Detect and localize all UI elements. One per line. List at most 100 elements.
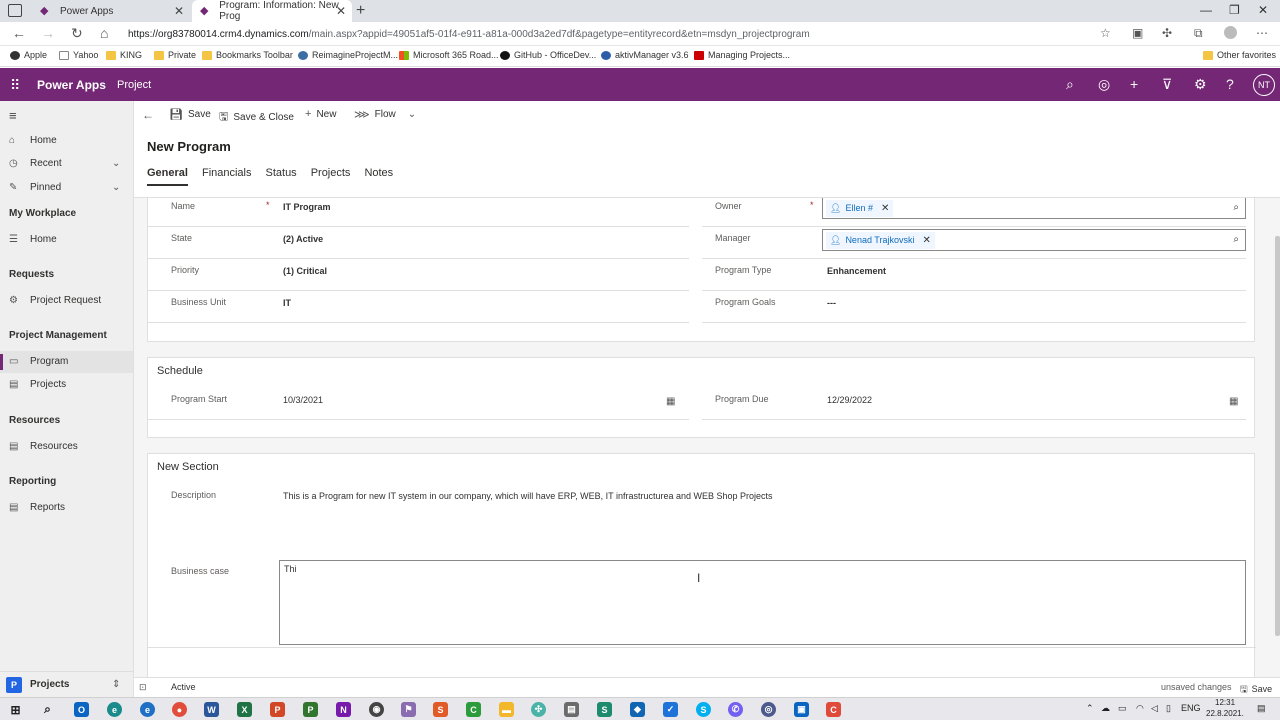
- powerpoint-icon[interactable]: P: [270, 702, 285, 717]
- ie-icon[interactable]: e: [140, 702, 155, 717]
- bookmark-apple[interactable]: Apple: [10, 50, 47, 60]
- close-window-icon[interactable]: ✕: [1258, 3, 1268, 17]
- app-icon[interactable]: ▣: [794, 702, 809, 717]
- forward-icon[interactable]: →: [41, 25, 55, 41]
- minimize-icon[interactable]: —: [1200, 3, 1212, 17]
- puzzle-icon[interactable]: ✣: [1162, 26, 1172, 40]
- project-icon[interactable]: P: [303, 702, 318, 717]
- bookmark-reimagine[interactable]: ReimagineProjectM...: [298, 50, 398, 60]
- business-case-textarea[interactable]: Thi: [279, 560, 1246, 645]
- program-type-value[interactable]: Enhancement: [827, 266, 886, 276]
- app-launcher-icon[interactable]: ⠿: [10, 77, 20, 94]
- more-icon[interactable]: ⋯: [1256, 26, 1268, 40]
- notifications-icon[interactable]: ▤: [1257, 703, 1266, 714]
- search-icon[interactable]: ⌕: [40, 702, 55, 717]
- search-icon[interactable]: ⌕: [1066, 76, 1074, 93]
- business-unit-value[interactable]: IT: [283, 298, 291, 308]
- sidebar-item-workplace-home[interactable]: ☰ Home: [9, 234, 57, 245]
- bookmark-aktiv[interactable]: aktivManager v3.6: [601, 50, 689, 60]
- app-icon[interactable]: C: [826, 702, 841, 717]
- mic-icon[interactable]: ▯: [1166, 703, 1171, 714]
- browser-tab-power-apps[interactable]: ◆ Power Apps ✕: [30, 0, 190, 22]
- bookmark-king[interactable]: KING: [106, 50, 142, 60]
- tab-projects[interactable]: Projects: [311, 167, 351, 186]
- bookmark-toolbar[interactable]: Bookmarks Toolbar: [202, 50, 293, 60]
- edge-icon[interactable]: e: [107, 702, 122, 717]
- help-icon[interactable]: ?: [1226, 76, 1234, 92]
- program-due-value[interactable]: 12/29/2022: [827, 395, 872, 405]
- app-icon[interactable]: ⚑: [401, 702, 416, 717]
- search-icon[interactable]: ⌕: [1233, 202, 1239, 213]
- state-value[interactable]: (2) Active: [283, 234, 323, 244]
- url-field[interactable]: https://org83780014.crm4.dynamics.com/ma…: [128, 24, 1120, 44]
- app-icon[interactable]: ✣: [531, 702, 546, 717]
- browser-tab-program[interactable]: ◆ Program: Information: New Prog ✕: [192, 0, 352, 22]
- app-name[interactable]: Power Apps: [37, 78, 106, 92]
- new-button[interactable]: + New: [305, 108, 336, 120]
- manager-tag[interactable]: 👤︎ Nenad Trajkovski ✕: [826, 231, 935, 249]
- bookmark-github[interactable]: GitHub - OfficeDev...: [500, 50, 596, 60]
- calendar-icon[interactable]: ▦: [666, 396, 675, 407]
- bookmark-other[interactable]: Other favorites: [1203, 50, 1276, 60]
- sidebar-item-recent[interactable]: ◷ Recent: [9, 158, 62, 169]
- todo-icon[interactable]: ✓: [663, 702, 678, 717]
- chevron-down-icon[interactable]: ⌄: [408, 109, 416, 120]
- area-switcher[interactable]: P Projects ⇕: [0, 671, 133, 697]
- restore-icon[interactable]: ❐: [1229, 3, 1240, 17]
- filter-icon[interactable]: ⊽: [1162, 76, 1172, 93]
- outlook-icon[interactable]: O: [74, 702, 89, 717]
- priority-value[interactable]: (1) Critical: [283, 266, 327, 276]
- viber-icon[interactable]: ✆: [728, 702, 743, 717]
- sidebar-item-home[interactable]: ⌂ Home: [9, 135, 57, 146]
- excel-icon[interactable]: X: [237, 702, 252, 717]
- tray-chevron-icon[interactable]: ⌃: [1086, 703, 1094, 714]
- sidebar-item-pinned[interactable]: ✎ Pinned: [9, 182, 61, 193]
- close-tab-icon[interactable]: ✕: [336, 4, 346, 18]
- language-indicator[interactable]: ENG: [1181, 703, 1201, 713]
- expand-icon[interactable]: ⊡: [139, 682, 147, 693]
- word-icon[interactable]: W: [204, 702, 219, 717]
- user-avatar[interactable]: NT: [1253, 74, 1275, 96]
- battery-icon[interactable]: ▭: [1118, 703, 1127, 714]
- settings-icon[interactable]: ⚙: [1194, 76, 1207, 93]
- save-close-button[interactable]: 🖫 Save & Close: [219, 108, 294, 127]
- name-value[interactable]: IT Program: [283, 202, 331, 212]
- profile-icon[interactable]: [1224, 26, 1237, 39]
- close-tab-icon[interactable]: ✕: [174, 4, 184, 18]
- app-icon[interactable]: ▤: [564, 702, 579, 717]
- app-icon[interactable]: C: [466, 702, 481, 717]
- sidebar-item-program[interactable]: ▭ Program: [9, 356, 68, 367]
- sidebar-item-projects[interactable]: ▤ Projects: [9, 379, 66, 390]
- collections-icon[interactable]: ⧉: [1194, 26, 1203, 41]
- add-icon[interactable]: +: [1130, 76, 1138, 92]
- owner-tag[interactable]: 👤︎ Ellen # ✕: [826, 199, 894, 217]
- clock-date[interactable]: 22.8.2021.: [1206, 709, 1244, 718]
- extension-icon[interactable]: ▣: [1132, 26, 1143, 40]
- program-start-value[interactable]: 10/3/2021: [283, 395, 323, 405]
- favorite-star-icon[interactable]: ☆: [1100, 26, 1111, 40]
- chrome-icon[interactable]: ●: [172, 702, 187, 717]
- onenote-icon[interactable]: N: [336, 702, 351, 717]
- assistant-icon[interactable]: ◎: [1098, 76, 1110, 93]
- owner-lookup[interactable]: 👤︎ Ellen # ✕ ⌕: [822, 198, 1246, 219]
- app-icon[interactable]: ◆: [630, 702, 645, 717]
- calendar-icon[interactable]: ▦: [1229, 396, 1238, 407]
- bookmark-m365[interactable]: Microsoft 365 Road...: [399, 50, 499, 60]
- clock-time[interactable]: 12:31: [1215, 698, 1235, 707]
- description-value[interactable]: This is a Program for new IT system in o…: [283, 491, 773, 501]
- app-icon[interactable]: ◎: [761, 702, 776, 717]
- window-menu-icon[interactable]: [8, 4, 22, 17]
- chevron-down-icon[interactable]: ⌄: [112, 158, 120, 169]
- home-icon[interactable]: ⌂: [100, 25, 108, 41]
- hamburger-menu-icon[interactable]: ≡: [9, 108, 17, 123]
- program-goals-value[interactable]: ---: [827, 298, 836, 308]
- search-icon[interactable]: ⌕: [1233, 234, 1239, 245]
- tab-notes[interactable]: Notes: [364, 167, 393, 186]
- flow-button[interactable]: ⋙ Flow ⌄: [354, 108, 416, 121]
- remove-icon[interactable]: ✕: [881, 203, 889, 214]
- skype-icon[interactable]: S: [696, 702, 711, 717]
- back-icon[interactable]: ←: [12, 25, 26, 41]
- sidebar-item-project-request[interactable]: ⚙ Project Request: [9, 295, 101, 306]
- back-arrow-icon[interactable]: ←: [142, 108, 154, 122]
- wifi-icon[interactable]: ◠: [1136, 703, 1144, 714]
